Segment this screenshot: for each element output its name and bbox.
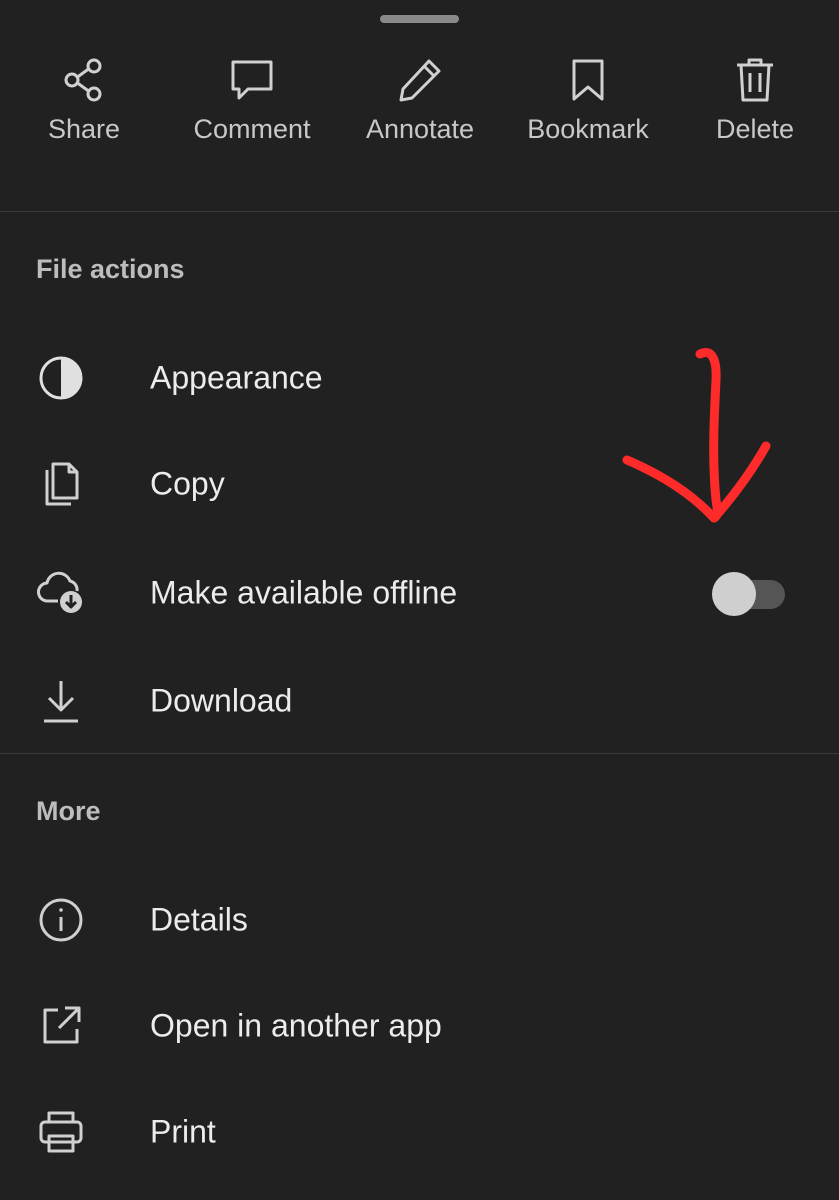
copy-item[interactable]: Copy: [0, 444, 839, 524]
comment-icon: [228, 56, 276, 108]
external-link-icon: [36, 1001, 86, 1051]
share-button[interactable]: Share: [0, 56, 168, 156]
details-item[interactable]: Details: [0, 880, 839, 960]
bookmark-icon: [564, 56, 612, 108]
pencil-icon: [396, 56, 444, 108]
make-available-offline-item[interactable]: Make available offline: [0, 553, 839, 633]
trash-icon: [731, 56, 779, 108]
open-in-another-app-label: Open in another app: [150, 1007, 442, 1044]
bookmark-label: Bookmark: [527, 114, 649, 144]
comment-label: Comment: [193, 114, 311, 144]
quick-action-bar: Share Comment Annotate Bookmark Delete: [0, 56, 839, 156]
bookmark-button[interactable]: Bookmark: [504, 56, 672, 156]
printer-icon: [36, 1107, 86, 1157]
copy-label: Copy: [150, 465, 225, 502]
appearance-label: Appearance: [150, 359, 323, 396]
drag-handle[interactable]: [380, 15, 459, 23]
bottom-sheet: Share Comment Annotate Bookmark Delete F…: [0, 0, 839, 1200]
annotate-button[interactable]: Annotate: [336, 56, 504, 156]
print-item[interactable]: Print: [0, 1092, 839, 1172]
open-in-another-app-item[interactable]: Open in another app: [0, 986, 839, 1066]
toggle-thumb: [712, 572, 756, 616]
contrast-icon: [36, 353, 86, 403]
annotate-label: Annotate: [365, 114, 475, 144]
copy-icon: [36, 459, 86, 509]
share-icon: [60, 56, 108, 108]
section-title-more: More: [36, 796, 101, 826]
download-icon: [36, 676, 86, 726]
delete-label: Delete: [715, 114, 795, 144]
divider: [0, 211, 839, 212]
download-label: Download: [150, 682, 293, 719]
share-label: Share: [47, 114, 121, 144]
print-label: Print: [150, 1113, 216, 1150]
delete-button[interactable]: Delete: [671, 56, 839, 156]
cloud-download-icon: [36, 568, 86, 618]
make-available-offline-label: Make available offline: [150, 574, 458, 611]
offline-toggle[interactable]: [712, 572, 786, 616]
details-label: Details: [150, 901, 248, 938]
comment-button[interactable]: Comment: [168, 56, 336, 156]
download-item[interactable]: Download: [0, 661, 839, 741]
section-title-file-actions: File actions: [36, 254, 185, 284]
divider: [0, 753, 839, 754]
info-icon: [36, 895, 86, 945]
appearance-item[interactable]: Appearance: [0, 338, 839, 418]
